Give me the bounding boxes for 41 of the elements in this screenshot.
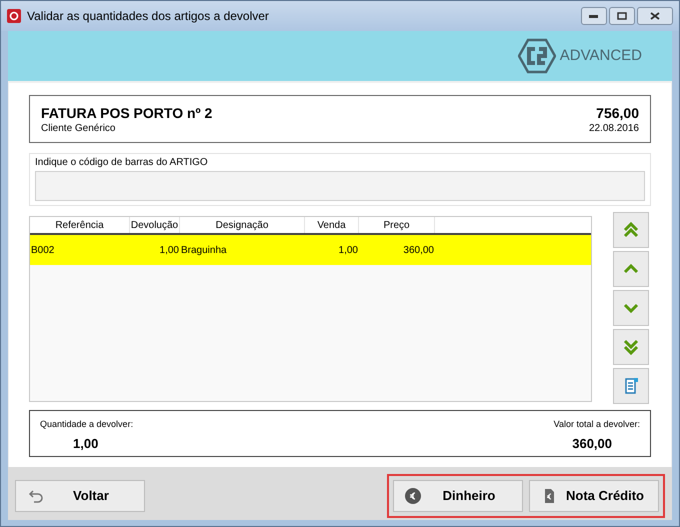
total-value: 360,00	[572, 434, 612, 452]
app-logo-icon	[7, 9, 21, 23]
barcode-field[interactable]	[35, 171, 645, 201]
maximize-icon	[617, 12, 627, 20]
close-button[interactable]	[637, 7, 673, 25]
first-icon	[622, 221, 640, 239]
navigate-button[interactable]	[613, 251, 649, 287]
invoice-date: 22.08.2016	[588, 122, 639, 134]
table-row[interactable]: B002 1,00 Braguinha 1,00 360,00	[30, 235, 591, 265]
invoice-title: FATURA POS PORTO nº 2	[41, 104, 212, 122]
navigate-button[interactable]	[613, 212, 649, 248]
table-cell-text: 360,00	[402, 244, 435, 258]
minimize-button[interactable]	[581, 7, 607, 25]
table-cell-text: B002	[30, 244, 56, 258]
last-icon	[622, 338, 640, 356]
invoice-total: 756,00	[596, 104, 639, 122]
column-header[interactable]: Devolução	[130, 217, 180, 233]
maximize-button[interactable]	[609, 7, 635, 25]
navigate-button[interactable]	[613, 329, 649, 365]
logo-text: ADVANCED	[560, 46, 642, 66]
quantity-value: 1,00	[73, 434, 100, 452]
navigate-button[interactable]	[613, 290, 649, 326]
window-title: Validar as quantidades dos artigos a devolver	[27, 8, 269, 25]
table-cell-text: 1,00	[338, 244, 359, 258]
column-header[interactable]: Referência	[30, 217, 130, 233]
customer-name: Cliente Genérico	[41, 122, 116, 134]
column-header[interactable]: Preço	[359, 217, 435, 233]
back-button[interactable]: Voltar	[15, 480, 145, 512]
payment-button[interactable]: Nota Crédito	[529, 480, 659, 512]
euro-coin-icon	[404, 486, 422, 504]
total-label: Valor total a devolver:	[554, 418, 640, 431]
column-header[interactable]: Venda	[305, 217, 359, 233]
quantity-label: Quantidade a devolver:	[40, 418, 134, 431]
table-cell-text: 1,00	[158, 244, 180, 258]
payment-button[interactable]: Dinheiro	[393, 480, 523, 512]
table-cell-text: Braguinha	[180, 244, 228, 258]
minimize-icon	[589, 14, 599, 18]
column-header[interactable]: Designação	[180, 217, 305, 233]
barcode-label: Indique o código de barras do ARTIGO	[35, 156, 209, 169]
logo-icon	[518, 38, 556, 74]
close-icon	[650, 12, 660, 20]
